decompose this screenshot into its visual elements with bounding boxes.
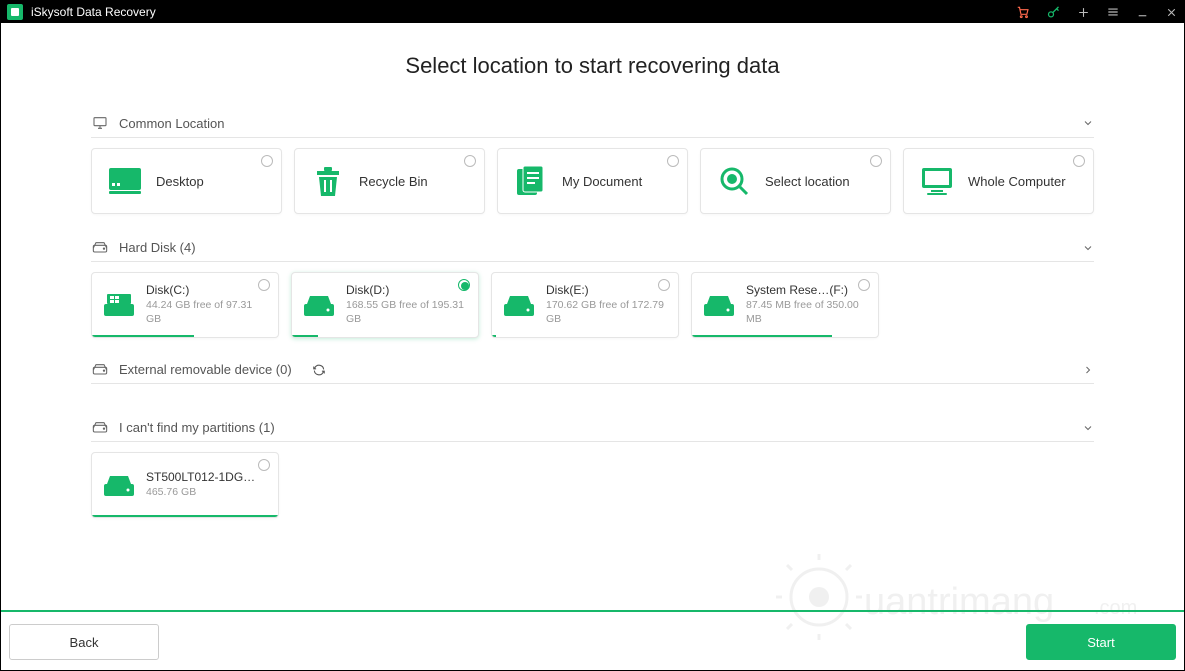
drive-icon: [91, 241, 109, 255]
disk-usage-bar: [92, 335, 194, 337]
drive-icon: [304, 293, 334, 317]
section-label: External removable device (0): [119, 362, 292, 377]
footer-separator: [1, 610, 1184, 612]
disk-usage-bar: [492, 335, 496, 337]
chevron-down-icon: [1082, 242, 1094, 254]
drive-windows-icon: [104, 293, 134, 317]
drive-icon: [504, 293, 534, 317]
card-label: Recycle Bin: [359, 174, 428, 189]
drive-icon: [91, 363, 109, 377]
computer-icon: [920, 164, 954, 198]
titlebar: iSkysoft Data Recovery: [1, 1, 1184, 23]
disk-name: ST500LT012-1DG1…: [146, 470, 256, 484]
radio[interactable]: [858, 279, 870, 291]
radio[interactable]: [261, 155, 273, 167]
disk-e[interactable]: Disk(E:) 170.62 GB free of 172.79 GB: [491, 272, 679, 338]
card-select-location[interactable]: Select location: [700, 148, 891, 214]
desktop-icon: [108, 164, 142, 198]
disk-name: Disk(E:): [546, 283, 656, 297]
trash-icon: [311, 164, 345, 198]
disk-free: 465.76 GB: [146, 486, 256, 500]
disk-usage-bar: [292, 335, 318, 337]
card-label: My Document: [562, 174, 642, 189]
svg-text:uantrimang: uantrimang: [864, 581, 1054, 623]
disk-usage-bar: [692, 335, 832, 337]
section-header-common[interactable]: Common Location: [91, 107, 1094, 138]
section-label: Common Location: [119, 116, 225, 131]
close-icon[interactable]: [1165, 6, 1178, 19]
key-icon[interactable]: [1046, 5, 1061, 20]
titlebar-controls: [1016, 5, 1178, 20]
disk-c[interactable]: Disk(C:) 44.24 GB free of 97.31 GB: [91, 272, 279, 338]
card-label: Desktop: [156, 174, 204, 189]
radio[interactable]: [258, 459, 270, 471]
radio[interactable]: [870, 155, 882, 167]
refresh-icon[interactable]: [312, 363, 326, 377]
section-label: Hard Disk (4): [119, 240, 196, 255]
section-header-removable[interactable]: External removable device (0): [91, 354, 1094, 384]
disk-name: System Rese…(F:): [746, 283, 856, 297]
page-title: Select location to start recovering data: [91, 53, 1094, 79]
disk-free: 170.62 GB free of 172.79 GB: [546, 299, 666, 326]
radio[interactable]: [658, 279, 670, 291]
monitor-icon: [91, 115, 109, 131]
lost-partition-row: ST500LT012-1DG1… 465.76 GB: [91, 452, 1094, 518]
lost-disk[interactable]: ST500LT012-1DG1… 465.76 GB: [91, 452, 279, 518]
disk-free: 87.45 MB free of 350.00 MB: [746, 299, 866, 326]
card-my-document[interactable]: My Document: [497, 148, 688, 214]
disk-name: Disk(D:): [346, 283, 456, 297]
disk-d[interactable]: Disk(D:) 168.55 GB free of 195.31 GB: [291, 272, 479, 338]
radio[interactable]: [667, 155, 679, 167]
menu-icon[interactable]: [1106, 5, 1120, 19]
disk-name: Disk(C:): [146, 283, 256, 297]
svg-text:.com: .com: [1094, 597, 1137, 619]
radio[interactable]: [464, 155, 476, 167]
drive-icon: [104, 473, 134, 497]
common-location-row: Desktop Recycle Bin My Document Select l…: [91, 148, 1094, 214]
chevron-down-icon: [1082, 422, 1094, 434]
drive-icon: [704, 293, 734, 317]
disk-free: 168.55 GB free of 195.31 GB: [346, 299, 466, 326]
radio[interactable]: [458, 279, 470, 291]
card-desktop[interactable]: Desktop: [91, 148, 282, 214]
card-label: Select location: [765, 174, 850, 189]
radio[interactable]: [1073, 155, 1085, 167]
section-label: I can't find my partitions (1): [119, 420, 275, 435]
disk-free: 44.24 GB free of 97.31 GB: [146, 299, 266, 326]
plus-icon[interactable]: [1077, 6, 1090, 19]
card-label: Whole Computer: [968, 174, 1066, 189]
app-logo: [7, 4, 23, 20]
disk-f[interactable]: System Rese…(F:) 87.45 MB free of 350.00…: [691, 272, 879, 338]
minimize-icon[interactable]: [1136, 6, 1149, 19]
start-button[interactable]: Start: [1026, 624, 1176, 660]
drive-icon: [91, 421, 109, 435]
card-whole-computer[interactable]: Whole Computer: [903, 148, 1094, 214]
hard-disk-row: Disk(C:) 44.24 GB free of 97.31 GB Disk(…: [91, 272, 1094, 338]
app-title: iSkysoft Data Recovery: [31, 5, 156, 19]
card-recycle-bin[interactable]: Recycle Bin: [294, 148, 485, 214]
chevron-down-icon: [1082, 117, 1094, 129]
section-header-lost[interactable]: I can't find my partitions (1): [91, 412, 1094, 442]
disk-usage-bar: [92, 515, 278, 517]
radio[interactable]: [258, 279, 270, 291]
footer: Back Start: [1, 620, 1184, 670]
search-icon: [717, 164, 751, 198]
back-button[interactable]: Back: [9, 624, 159, 660]
cart-icon[interactable]: [1016, 5, 1030, 19]
section-header-harddisk[interactable]: Hard Disk (4): [91, 232, 1094, 262]
chevron-right-icon: [1082, 364, 1094, 376]
document-icon: [514, 164, 548, 198]
